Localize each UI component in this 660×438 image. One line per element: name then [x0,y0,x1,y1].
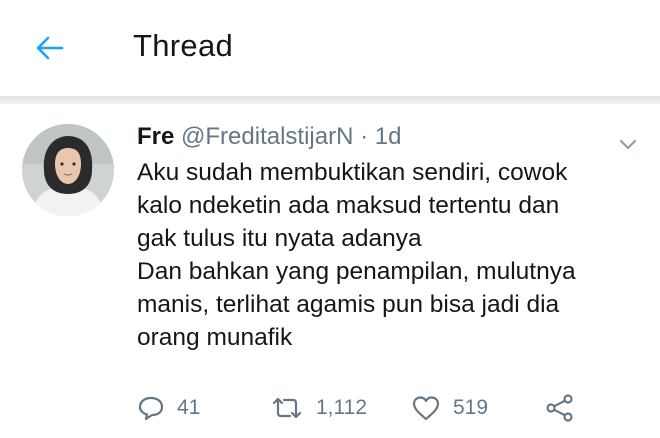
like-button[interactable]: 519 [411,390,488,426]
tweet-text-line: Dan bahkan yang penampilan, mulutnya [137,258,576,285]
tweet-header: Fre @FreditalstijarN · 1d [137,122,401,152]
retweet-button[interactable]: 1,112 [270,390,367,426]
separator-dot: · [360,123,369,150]
timestamp[interactable]: 1d [375,123,402,150]
retweet-icon [272,397,302,419]
tweet-text-line: manis, terlihat agamis pun bisa jadi dia [137,291,560,318]
tweet-text-line: kalo ndeketin ada maksud tertentu dan [137,192,560,219]
like-count: 519 [453,396,489,419]
user-handle[interactable]: @FreditalstijarN [181,123,353,150]
reply-icon [138,396,164,421]
share-icon [546,394,573,422]
tweet-text-line: Aku sudah membuktikan sendiri, cowok [137,159,568,186]
display-name[interactable]: Fre [137,123,174,150]
more-options-button[interactable] [616,134,640,154]
avatar-photo [22,124,114,216]
tweet-text-line: orang munafik [137,324,293,351]
tweet-text-line: gak tulus itu nyata adanya [137,225,422,252]
reply-count: 41 [177,396,201,419]
app-header: Thread [0,0,660,96]
tweet[interactable]: Fre @FreditalstijarN · 1d Aku sudah memb… [0,104,660,438]
avatar[interactable] [22,124,114,216]
retweet-count: 1,112 [316,396,367,419]
header-divider [0,96,660,104]
heart-icon [412,396,440,421]
tweet-actions: 41 1,112 519 [137,390,637,426]
back-button[interactable] [30,28,70,68]
tweet-text: Aku sudah membuktikan sendiri, cowok kal… [137,156,647,354]
chevron-down-icon [620,140,636,149]
share-button[interactable] [545,390,575,426]
page-title: Thread [133,28,234,63]
reply-button[interactable]: 41 [137,390,200,426]
arrow-left-icon [36,36,64,60]
